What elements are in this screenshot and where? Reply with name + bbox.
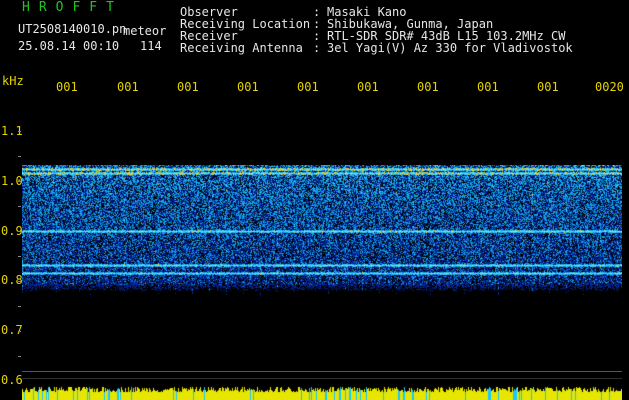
y-tick-label: 0.6 (1, 373, 23, 387)
y-tick-mark (18, 306, 21, 307)
lower-reference-line (22, 371, 622, 372)
y-tick-label: 0.8 (1, 273, 23, 287)
meteor-count: 114 (140, 39, 162, 53)
x-tick-label: 001 (357, 80, 379, 94)
y-axis-unit: kHz (2, 74, 24, 88)
x-tick-label: 001 (117, 80, 139, 94)
x-tick-label: 001 (237, 80, 259, 94)
x-tick-label: 001 (477, 80, 499, 94)
x-tick-label: 001 (297, 80, 319, 94)
y-tick-mark (18, 231, 21, 232)
y-tick-mark (18, 256, 21, 257)
app-brand-title: HROFFT (22, 0, 123, 15)
signal-level-bar (22, 382, 622, 400)
x-tick-label: 001 (177, 80, 199, 94)
y-tick-mark (18, 131, 21, 132)
antenna-value: 3el Yagi(V) Az 330 for Vladivostok (327, 41, 573, 55)
antenna-colon: : (313, 41, 321, 55)
x-tick-label: 001 (417, 80, 439, 94)
y-tick-mark (18, 356, 21, 357)
antenna-label: Receiving Antenna (180, 41, 303, 55)
x-tick-label: 0020 (595, 80, 624, 94)
hrofft-screen: HROFFT UT2508140010.pn meteor 25.08.14 0… (0, 0, 629, 400)
y-tick-mark (18, 181, 21, 182)
y-tick-mark (18, 206, 21, 207)
capture-datetime: 25.08.14 00:10 (18, 39, 120, 53)
image-filename: UT2508140010.pn (18, 22, 127, 36)
y-tick-mark (18, 156, 21, 157)
x-tick-label: 001 (537, 80, 559, 94)
lower-reference-line-2 (22, 378, 622, 379)
x-tick-label: 001 (56, 80, 78, 94)
y-tick-mark (18, 331, 21, 332)
mode-label: meteor (123, 24, 167, 38)
spectrogram-waterfall (22, 165, 622, 295)
y-tick-mark (18, 281, 21, 282)
y-tick-label: 0.7 (1, 323, 23, 337)
